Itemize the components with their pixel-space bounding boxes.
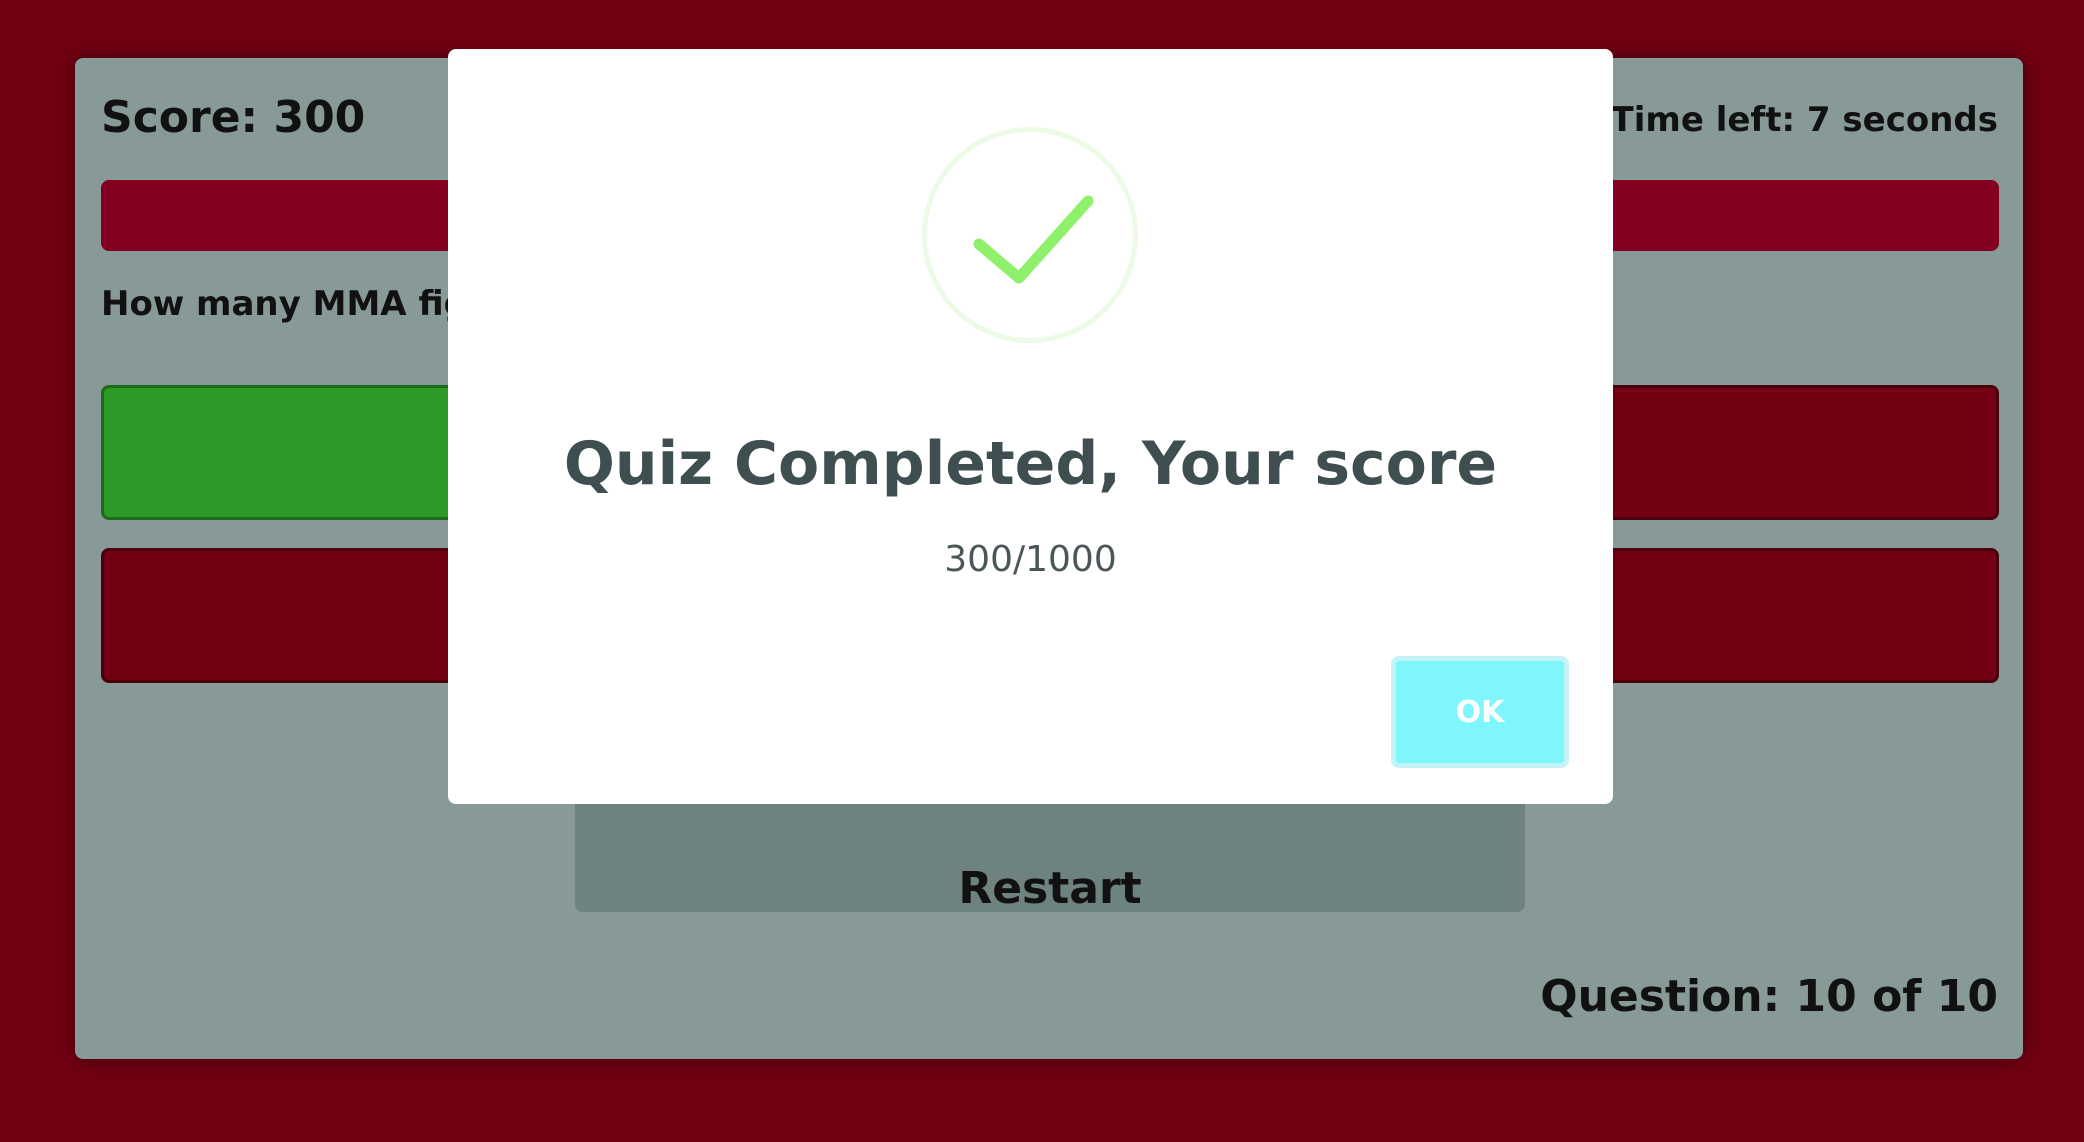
restart-button[interactable]: Restart xyxy=(575,793,1525,914)
question-counter: Question: 10 of 10 xyxy=(1540,971,1998,1022)
quiz-complete-dialog: Quiz Completed, Your score 300/1000 OK xyxy=(448,49,1613,804)
success-check-icon xyxy=(922,127,1138,343)
check-mark-icon xyxy=(973,195,1094,284)
dialog-title: Quiz Completed, Your score xyxy=(563,429,1498,499)
score-label: Score: 300 xyxy=(101,92,366,143)
dialog-score-text: 300/1000 xyxy=(944,539,1117,580)
ok-button[interactable]: OK xyxy=(1391,656,1569,768)
question-text: How many MMA fig xyxy=(101,284,468,324)
timer-label: Time left: 7 seconds xyxy=(1610,100,1998,140)
